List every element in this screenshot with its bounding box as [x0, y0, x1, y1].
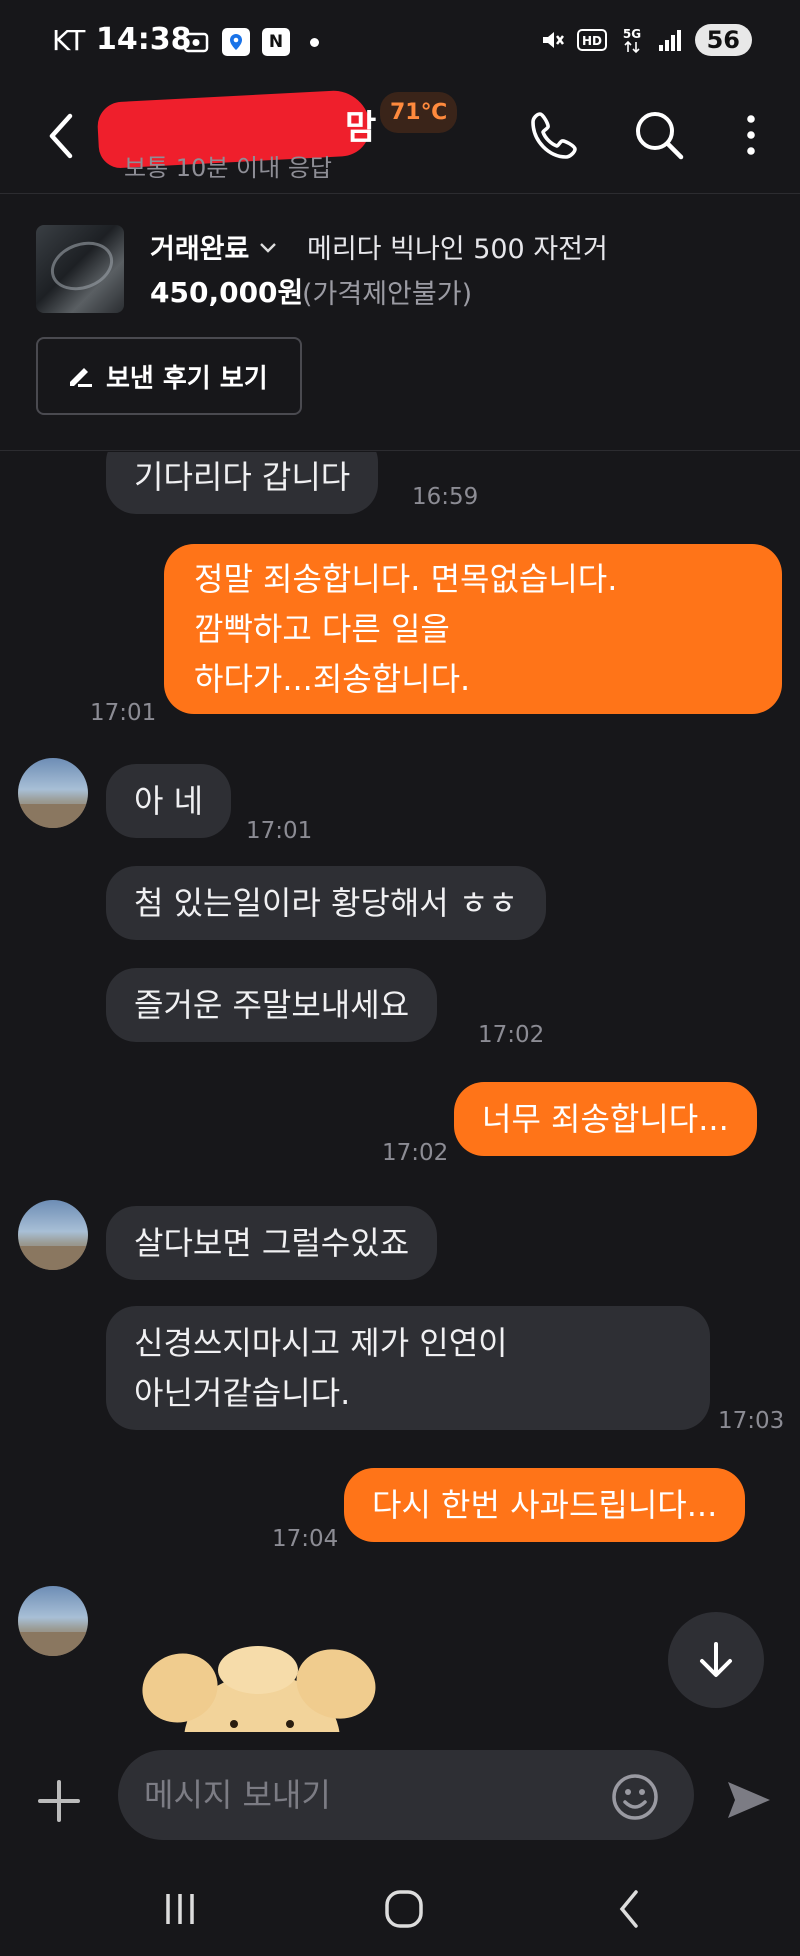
message-text: 다시 한번 사과드립니다...	[372, 1486, 718, 1524]
message-text: 즐거운 주말보내세요	[134, 986, 410, 1024]
price-negotiation-note: (가격제안불가)	[302, 279, 473, 310]
avatar[interactable]	[18, 1200, 88, 1270]
notification-icons: N	[182, 28, 319, 56]
arrow-down-icon	[700, 1642, 732, 1677]
view-review-button[interactable]: 보낸 후기 보기	[36, 337, 302, 415]
battery-level: 56	[694, 24, 752, 56]
message-time: 17:01	[246, 818, 313, 844]
message-text: 신경쓰지마시고 제가 인연이 아닌거같습니다.	[134, 1324, 508, 1412]
carrier-label: KT	[52, 24, 86, 57]
avatar[interactable]	[18, 758, 88, 828]
incoming-message[interactable]: 아 네	[106, 764, 232, 838]
avatar[interactable]	[18, 1586, 88, 1656]
search-icon[interactable]	[630, 106, 688, 164]
outgoing-message[interactable]: 정말 죄송합니다. 면목없습니다. 깜빡하고 다른 일을 하다가...죄송합니다…	[164, 544, 782, 714]
message-time: 17:04	[272, 1526, 339, 1552]
message-text: 살다보면 그럴수있죠	[134, 1224, 410, 1262]
phone-icon[interactable]	[526, 106, 584, 164]
send-icon[interactable]	[722, 1774, 774, 1826]
message-text: 정말 죄송합니다. 면목없습니다. 깜빡하고 다른 일을 하다가...죄송합니다…	[194, 560, 618, 698]
incoming-message[interactable]: 즐거운 주말보내세요	[106, 968, 438, 1042]
clock: 14:38	[96, 22, 192, 57]
screenshot-icon	[183, 32, 209, 53]
trade-status-dropdown[interactable]: 거래완료	[150, 227, 279, 266]
status-bar: KT 14:38 N HD 5G 56	[0, 0, 800, 88]
message-input[interactable]	[118, 1750, 694, 1840]
message-list[interactable]: 기다리다 갑니다 16:59 정말 죄송합니다. 면목없습니다. 깜빡하고 다른…	[0, 452, 800, 1732]
incoming-message[interactable]: 기다리다 갑니다	[106, 452, 379, 514]
back-arrow-icon[interactable]	[40, 106, 82, 166]
message-composer	[0, 1732, 800, 1862]
product-title: 메리다 빅나인 500 자전거	[307, 234, 608, 265]
notification-dot-icon	[310, 37, 319, 47]
outgoing-message[interactable]: 너무 죄송합니다...	[454, 1082, 757, 1156]
product-panel: 거래완료 메리다 빅나인 500 자전거 450,000원 (가격제안불가) 보…	[0, 195, 800, 451]
message-text: 기다리다 갑니다	[134, 458, 351, 496]
product-price: 450,000원	[150, 276, 304, 309]
message-text: 너무 죄송합니다...	[482, 1100, 729, 1138]
manner-temperature-badge: 71℃	[380, 92, 458, 133]
chat-header: 맘 71℃ 보통 10분 이내 응답	[0, 88, 800, 194]
message-time: 17:02	[382, 1140, 449, 1166]
back-icon[interactable]	[600, 1884, 660, 1934]
hd-voice-icon: HD	[576, 29, 607, 51]
message-time: 17:02	[478, 1022, 545, 1048]
home-icon[interactable]	[374, 1884, 434, 1934]
plus-icon[interactable]	[36, 1778, 82, 1824]
more-options-icon[interactable]	[722, 106, 780, 164]
message-time: 17:01	[90, 700, 157, 726]
location-app-icon	[222, 28, 250, 56]
message-time: 17:03	[718, 1408, 785, 1434]
system-icons: HD 5G 56	[539, 24, 752, 56]
pencil-icon	[70, 368, 92, 387]
username-tail: 맘	[345, 108, 377, 148]
message-time: 16:59	[412, 484, 479, 510]
system-navigation-bar	[0, 1862, 800, 1956]
trade-status-label: 거래완료	[150, 234, 250, 265]
incoming-message[interactable]: 신경쓰지마시고 제가 인연이 아닌거같습니다.	[106, 1306, 710, 1430]
signal-icon	[658, 30, 681, 51]
scroll-to-bottom-button[interactable]	[668, 1612, 764, 1708]
5g-icon: 5G	[622, 27, 641, 54]
svg-text:HD: HD	[582, 34, 602, 48]
emoji-icon[interactable]	[610, 1772, 660, 1822]
message-text: 아 네	[134, 782, 204, 820]
recent-apps-icon[interactable]	[150, 1884, 210, 1934]
incoming-message[interactable]: 살다보면 그럴수있죠	[106, 1206, 438, 1280]
svg-text:5G: 5G	[622, 27, 640, 41]
naver-icon: N	[262, 28, 290, 56]
view-review-label: 보낸 후기 보기	[106, 363, 268, 394]
incoming-message[interactable]: 첨 있는일이라 황당해서 ㅎㅎ	[106, 866, 546, 940]
dog-sticker[interactable]	[140, 1640, 380, 1732]
chevron-down-icon	[260, 242, 277, 253]
product-thumbnail[interactable]	[36, 225, 124, 313]
message-text: 첨 있는일이라 황당해서 ㅎㅎ	[134, 884, 518, 922]
response-time: 보통 10분 이내 응답	[124, 154, 332, 182]
outgoing-message[interactable]: 다시 한번 사과드립니다...	[344, 1468, 746, 1542]
mute-icon	[542, 32, 564, 48]
